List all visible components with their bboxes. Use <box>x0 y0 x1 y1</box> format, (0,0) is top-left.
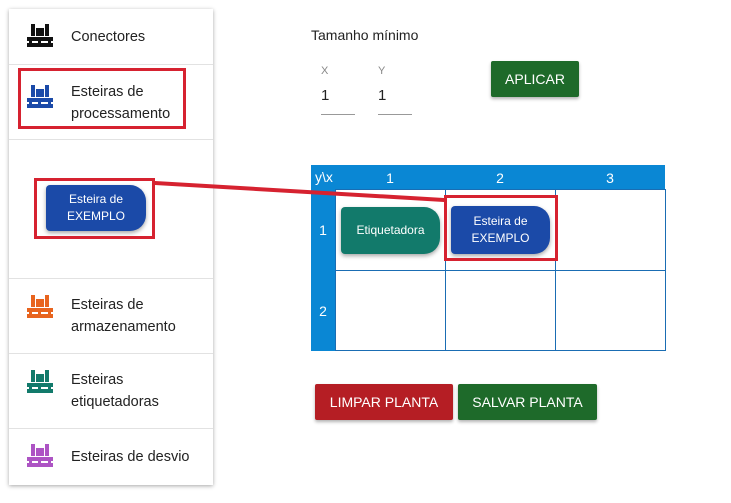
grid-column-label: 3 <box>606 170 614 186</box>
pallet-teal-icon <box>27 370 53 393</box>
highlight-box-example-chip <box>34 178 155 239</box>
grid-corner-label: y\x <box>315 169 333 185</box>
highlight-box-processamento <box>18 68 186 129</box>
highlight-box-placed-chip <box>444 195 558 261</box>
x-field-value[interactable]: 1 <box>321 87 355 104</box>
etiquetadora-conveyor[interactable]: Etiquetadora <box>341 207 440 254</box>
sidebar-item-label: Esteiras de armazenamento <box>71 297 176 335</box>
sidebar-item-esteiras-desvio[interactable]: Esteiras de desvio <box>9 429 213 485</box>
sidebar-item-label: Esteiras etiquetadoras <box>71 372 159 410</box>
grid-cell-r2-c2[interactable] <box>445 270 556 351</box>
apply-button[interactable]: APLICAR <box>491 61 579 97</box>
y-size-field[interactable]: Y 1 <box>378 65 412 115</box>
y-field-label: Y <box>378 65 386 77</box>
grid-column-label: 1 <box>386 170 394 186</box>
min-size-title: Tamanho mínimo <box>311 27 419 43</box>
x-field-underline <box>321 114 355 115</box>
grid-cell-r2-c3[interactable] <box>555 270 666 351</box>
sidebar-item-esteiras-armazenamento[interactable]: Esteiras de armazenamento <box>9 279 213 354</box>
grid-row-label: 2 <box>311 270 335 351</box>
grid-cell-r1-c3[interactable] <box>555 189 666 271</box>
sidebar-item-label: Conectores <box>71 29 146 45</box>
x-size-field[interactable]: X 1 <box>321 65 355 115</box>
pallet-orange-icon <box>27 295 53 318</box>
y-field-value[interactable]: 1 <box>378 87 412 104</box>
save-plant-button[interactable]: SALVAR PLANTA <box>458 384 597 420</box>
pallet-black-icon <box>27 24 53 47</box>
pallet-purple-icon <box>27 444 53 467</box>
grid-row-label: 1 <box>311 189 335 270</box>
y-field-underline <box>378 114 412 115</box>
sidebar-item-esteiras-etiquetadoras[interactable]: Esteiras etiquetadoras <box>9 354 213 429</box>
grid-cell-r2-c1[interactable] <box>335 270 446 351</box>
x-field-label: X <box>321 65 329 77</box>
sidebar-item-conectores[interactable]: Conectores <box>9 9 213 65</box>
clear-plant-button[interactable]: LIMPAR PLANTA <box>315 384 453 420</box>
sidebar-item-label: Esteiras de desvio <box>71 449 190 465</box>
grid-column-label: 2 <box>496 170 504 186</box>
